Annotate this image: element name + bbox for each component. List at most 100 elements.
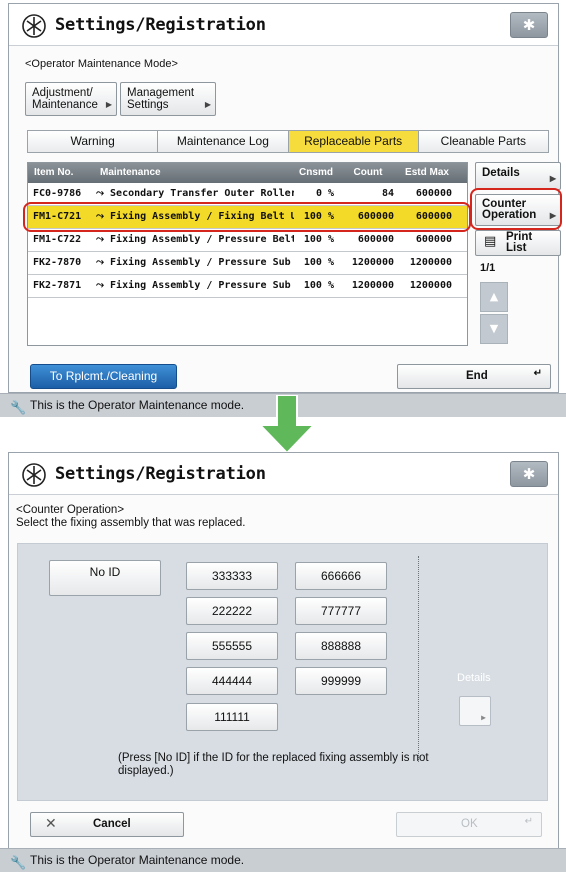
cancel-button[interactable]: ✕ Cancel xyxy=(30,812,184,837)
row-maintenance: ⤳ Fixing Assembly / Pressure Belt U xyxy=(94,229,294,251)
details-button: ▶ xyxy=(459,696,491,726)
note-line2: displayed.) xyxy=(118,765,174,777)
id-button-888888[interactable]: 888888 xyxy=(295,632,387,660)
id-button-333333[interactable]: 333333 xyxy=(186,562,278,590)
no-id-note: (Press [No ID] if the ID for the replace… xyxy=(118,752,478,778)
link-icon: ⤳ xyxy=(96,234,111,245)
chevron-right-icon: ▶ xyxy=(204,100,211,109)
chevron-right-icon: ▶ xyxy=(549,174,556,183)
selected-row-highlight xyxy=(23,202,471,232)
table-row[interactable]: FK2-7870 ⤳ Fixing Assembly / Pressure Su… xyxy=(28,252,467,275)
row-name: Fixing Assembly / Pressure Sub Th xyxy=(110,257,294,268)
header-item-no: Item No. xyxy=(34,167,74,178)
end-label: End xyxy=(466,370,488,382)
management-settings-button[interactable]: Management Settings ▶ xyxy=(120,82,216,116)
id-button-444444[interactable]: 444444 xyxy=(186,667,278,695)
title-bar: Settings/Registration ✱ xyxy=(9,4,558,46)
link-icon: ⤳ xyxy=(96,188,111,199)
settings-registration-icon xyxy=(22,14,46,38)
id-button-666666[interactable]: 666666 xyxy=(295,562,387,590)
gear-icon[interactable]: ✱ xyxy=(510,461,548,487)
adjustment-maintenance-button[interactable]: Adjustment/ Maintenance ▶ xyxy=(25,82,117,116)
header-maintenance: Maintenance xyxy=(100,167,161,178)
row-count: 1200000 xyxy=(351,280,394,291)
cancel-x-icon: ✕ xyxy=(45,816,57,832)
scroll-up-icon[interactable]: ▲ xyxy=(480,282,508,312)
tab-replaceable-parts[interactable]: Replaceable Parts xyxy=(287,130,419,153)
settings-registration-icon xyxy=(22,463,46,487)
chevron-right-icon: ▶ xyxy=(105,100,112,109)
row-cnsmd: 100 % xyxy=(303,234,334,245)
return-icon: ↵ xyxy=(533,368,542,379)
adjustment-label-line1: Adjustment/ xyxy=(32,87,93,99)
end-button[interactable]: End ↵ xyxy=(397,364,551,389)
id-button-999999[interactable]: 999999 xyxy=(295,667,387,695)
tab-warning[interactable]: Warning xyxy=(27,130,159,153)
row-maintenance: ⤳ Fixing Assembly / Pressure Sub Th xyxy=(94,252,294,274)
cancel-label: Cancel xyxy=(93,818,131,830)
id-button-111111[interactable]: 111111 xyxy=(186,703,278,731)
note-line1: (Press [No ID] if the ID for the replace… xyxy=(118,752,429,764)
gear-icon[interactable]: ✱ xyxy=(510,12,548,38)
print-label-line2: List xyxy=(506,242,527,254)
id-button-555555[interactable]: 555555 xyxy=(186,632,278,660)
header-count: Count xyxy=(353,167,383,178)
row-cnsmd: 100 % xyxy=(303,257,334,268)
row-name: Secondary Transfer Outer Roller xyxy=(110,188,294,199)
down-arrow-icon xyxy=(258,395,316,455)
row-name: Fixing Assembly / Pressure Sub Th xyxy=(110,280,294,291)
tab-bar: Warning Maintenance Log Replaceable Part… xyxy=(27,130,549,153)
row-item-no: FK2-7870 xyxy=(33,257,82,268)
management-label-line1: Management xyxy=(127,87,195,99)
details-button[interactable]: Details ▶ xyxy=(475,162,561,190)
maintenance-screen: Settings/Registration ✱ <Operator Mainte… xyxy=(8,3,562,393)
page-indicator: 1/1 xyxy=(480,262,496,274)
table-row[interactable]: FK2-7871 ⤳ Fixing Assembly / Pressure Su… xyxy=(28,275,467,298)
details-label: Details xyxy=(457,672,491,684)
row-estd-max: 1200000 xyxy=(409,280,452,291)
status-text: This is the Operator Maintenance mode. xyxy=(30,398,245,412)
row-maintenance: ⤳ Fixing Assembly / Pressure Sub Th xyxy=(94,275,294,297)
mode-label: <Operator Maintenance Mode> xyxy=(25,58,178,70)
page-title: Settings/Registration xyxy=(55,464,266,484)
tab-maintenance-log[interactable]: Maintenance Log xyxy=(157,130,289,153)
scroll-down-icon[interactable]: ▼ xyxy=(480,314,508,344)
title-bar: Settings/Registration ✱ xyxy=(9,453,558,495)
management-label-line2: Settings xyxy=(127,99,169,111)
link-icon: ⤳ xyxy=(96,257,111,268)
no-id-button[interactable]: No ID xyxy=(49,560,161,596)
parts-table: Item No. Maintenance Cnsmd Count Estd Ma… xyxy=(27,162,468,346)
ok-button[interactable]: OK ↵ xyxy=(396,812,542,837)
status-bar: 🔧 This is the Operator Maintenance mode. xyxy=(0,848,566,872)
tab-cleanable-parts[interactable]: Cleanable Parts xyxy=(417,130,549,153)
wrench-icon: 🔧 xyxy=(10,856,27,871)
counter-operation-highlight xyxy=(470,188,562,230)
link-icon: ⤳ xyxy=(96,280,111,291)
page-title: Settings/Registration xyxy=(55,15,266,35)
header-line1: <Counter Operation> xyxy=(16,504,125,516)
status-text: This is the Operator Maintenance mode. xyxy=(30,853,245,867)
id-button-777777[interactable]: 777777 xyxy=(295,597,387,625)
details-label: Details xyxy=(482,167,520,179)
header-estd-max: Estd Max xyxy=(405,167,449,178)
return-icon: ↵ xyxy=(524,816,533,827)
counter-operation-header: <Counter Operation> Select the fixing as… xyxy=(16,504,245,530)
print-list-icon: ▤ xyxy=(484,234,497,249)
row-count: 600000 xyxy=(357,234,394,245)
print-list-button[interactable]: ▤ Print List xyxy=(475,230,561,256)
row-item-no: FM1-C722 xyxy=(33,234,82,245)
row-cnsmd: 100 % xyxy=(303,280,334,291)
row-estd-max: 1200000 xyxy=(409,257,452,268)
chevron-right-icon: ▶ xyxy=(481,713,486,722)
row-item-no: FK2-7871 xyxy=(33,280,82,291)
wrench-icon: 🔧 xyxy=(10,401,27,416)
ok-label: OK xyxy=(461,818,478,830)
row-estd-max: 600000 xyxy=(415,234,452,245)
id-button-222222[interactable]: 222222 xyxy=(186,597,278,625)
table-row[interactable]: FM1-C722 ⤳ Fixing Assembly / Pressure Be… xyxy=(28,229,467,252)
row-count: 1200000 xyxy=(351,257,394,268)
adjustment-label-line2: Maintenance xyxy=(32,99,98,111)
row-name: Fixing Assembly / Pressure Belt U xyxy=(110,234,294,245)
header-cnsmd: Cnsmd xyxy=(299,167,333,178)
to-replacement-cleaning-button[interactable]: To Rplcmt./Cleaning xyxy=(30,364,177,389)
